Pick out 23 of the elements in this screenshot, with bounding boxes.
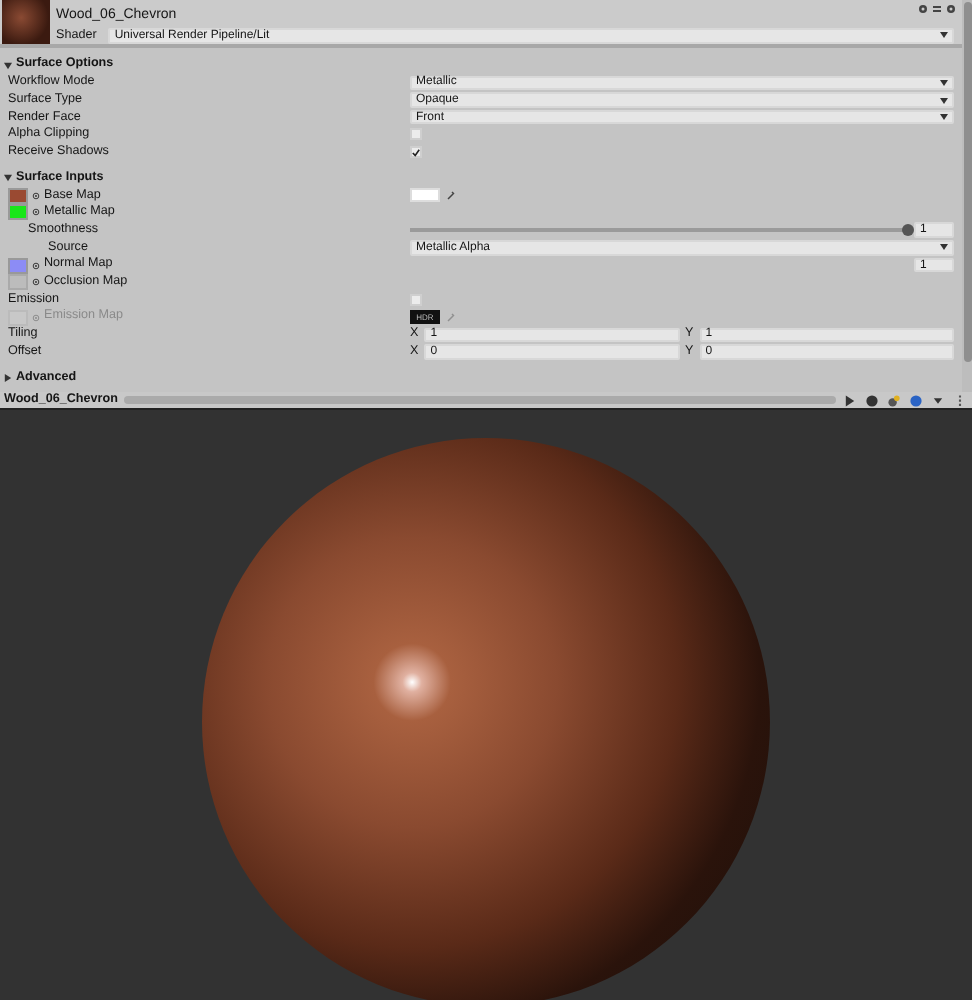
caret-icon <box>940 244 948 251</box>
slider-handle[interactable] <box>902 224 914 237</box>
sphere-icon[interactable] <box>908 393 924 407</box>
preset-icon[interactable] <box>932 4 942 14</box>
eyedropper-icon[interactable] <box>446 190 456 201</box>
texture-swatch[interactable] <box>8 274 28 291</box>
material-thumbnail <box>2 0 50 44</box>
caret-icon <box>940 32 948 39</box>
texture-swatch[interactable] <box>8 187 28 204</box>
caret-icon <box>940 114 948 121</box>
checkbox[interactable] <box>410 146 422 159</box>
caret-icon <box>940 97 948 104</box>
texture-swatch[interactable] <box>8 257 28 274</box>
sphere-icon[interactable] <box>864 393 880 407</box>
foldout-arrow-icon[interactable] <box>4 373 12 382</box>
caret-icon <box>940 79 948 86</box>
foldout-arrow-icon[interactable] <box>4 173 12 182</box>
light-icon[interactable] <box>886 393 902 407</box>
color-swatch[interactable] <box>410 188 440 203</box>
slider-track[interactable] <box>410 228 908 233</box>
texture-swatch[interactable] <box>8 204 28 221</box>
foldout-arrow-icon[interactable] <box>4 61 12 69</box>
scrollbar-thumb[interactable] <box>964 2 972 362</box>
